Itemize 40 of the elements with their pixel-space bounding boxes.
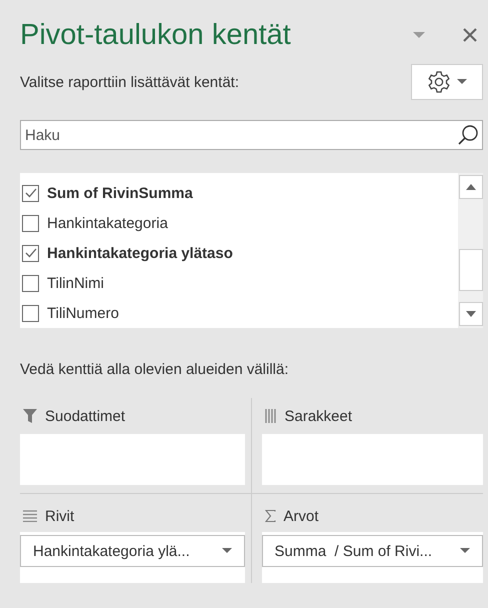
field-label[interactable]: Hankintakategoria ylätaso	[47, 244, 233, 262]
field-dropdown[interactable]: Summa / Sum of Rivi...	[262, 535, 483, 567]
drop-area[interactable]: Summa / Sum of Rivi...	[262, 532, 483, 583]
up-arrow-icon	[466, 184, 476, 190]
search-icon[interactable]	[457, 124, 479, 146]
areas-instruction: Vedä kenttiä alla olevien alueiden välillä:	[20, 361, 290, 378]
area-title: Suodattimet	[45, 408, 126, 424]
settings-icon	[427, 70, 451, 94]
checkbox[interactable]	[22, 184, 39, 202]
field-label[interactable]: TilinNimi	[47, 274, 104, 292]
checkmark-icon	[24, 188, 36, 198]
columns-icon	[264, 409, 276, 423]
area-title: Rivit	[45, 508, 74, 524]
area-title: Sarakkeet	[284, 408, 352, 424]
search-field[interactable]: Haku	[20, 120, 483, 150]
drop-area[interactable]: Hankintakategoria ylä...	[20, 532, 244, 583]
field-label[interactable]: Hankintakategoria	[47, 214, 168, 232]
down-arrow-icon	[466, 311, 476, 317]
pane-title: Pivot-taulukon kentät	[20, 18, 292, 52]
checkbox[interactable]	[22, 274, 39, 292]
caret-icon	[457, 79, 467, 85]
checkbox[interactable]	[22, 304, 39, 322]
area-title: Arvot	[284, 508, 319, 524]
scroll-down-button[interactable]	[458, 302, 482, 326]
sigma-icon	[264, 510, 276, 522]
caret-icon	[222, 548, 232, 554]
scroll-thumb[interactable]	[458, 249, 482, 291]
field-dropdown[interactable]: Hankintakategoria ylä...	[20, 535, 244, 567]
checkmark-icon	[24, 248, 36, 258]
scroll-up-button[interactable]	[458, 175, 482, 199]
field-label[interactable]: Sum of RivinSumma	[47, 184, 193, 202]
close-icon[interactable]	[463, 28, 477, 42]
instruction-text: Valitse raporttiin lisättävät kentät:	[20, 74, 239, 90]
field-label[interactable]: TiliNumero	[47, 304, 119, 322]
filter-icon	[23, 409, 37, 423]
settings-button[interactable]	[411, 64, 483, 100]
caret-icon	[460, 548, 470, 554]
checkbox[interactable]	[22, 214, 39, 232]
rows-icon	[23, 510, 37, 522]
checkbox[interactable]	[22, 244, 39, 262]
